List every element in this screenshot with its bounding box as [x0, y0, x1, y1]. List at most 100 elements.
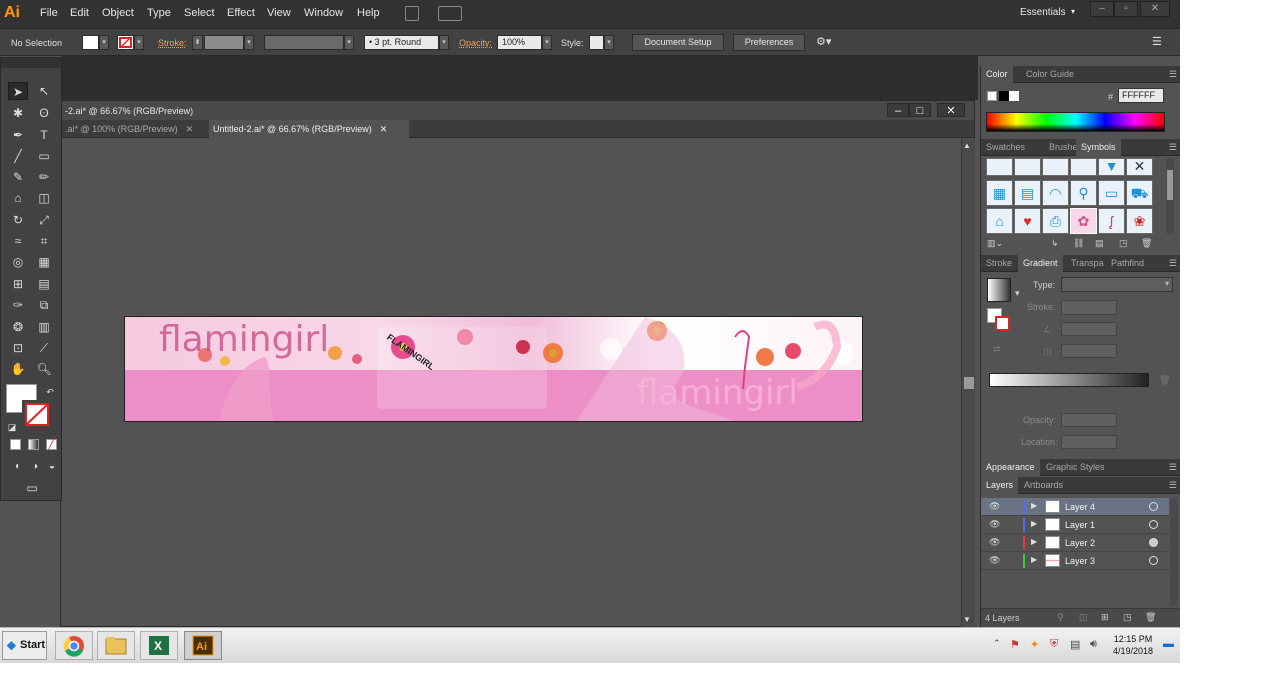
slice-tool-icon[interactable]: ⟋	[34, 339, 54, 357]
tab-artboards[interactable]: Artboards	[1019, 477, 1068, 494]
stroke-color-box[interactable]	[22, 400, 52, 429]
tab-symbols[interactable]: Symbols	[1076, 139, 1121, 156]
tab-color[interactable]: Color	[981, 66, 1013, 83]
stroke-weight-dropdown[interactable]: ▾	[244, 35, 254, 50]
artboard-banner[interactable]: flamingirl FLAMINGIRL flamingirl	[124, 316, 863, 422]
perspective-grid-tool-icon[interactable]: ▦	[34, 253, 54, 271]
blob-brush-tool-icon[interactable]: ⌂	[8, 189, 28, 207]
minimize-button[interactable]: –	[1090, 1, 1114, 17]
illustrator-taskbar-icon[interactable]: Ai	[184, 631, 222, 660]
expand-triangle-icon[interactable]: ▶	[1031, 501, 1037, 510]
variable-width-profile[interactable]	[264, 35, 344, 50]
gradient-mode-icon[interactable]	[28, 439, 39, 450]
layer-name[interactable]: Layer 3	[1065, 556, 1095, 566]
menu-effect[interactable]: Effect	[227, 7, 255, 19]
close-button[interactable]: ✕	[1140, 1, 1170, 17]
doc-minimize-button[interactable]: –	[887, 103, 909, 117]
stroke-gradient-options[interactable]	[1061, 300, 1117, 315]
symbol-arrow-down-icon[interactable]: ▼	[1098, 158, 1125, 176]
scroll-up-icon[interactable]: ▲	[963, 141, 971, 150]
layer-row[interactable]: 👁︎ ▶ Layer 3	[981, 552, 1169, 570]
doc-close-button[interactable]: ✕	[937, 103, 965, 117]
explorer-taskbar-icon[interactable]	[97, 631, 135, 660]
tab-layers[interactable]: Layers	[981, 477, 1019, 494]
layer-row[interactable]: 👁︎ ▶ Layer 4	[981, 498, 1169, 516]
rectangle-tool-icon[interactable]: ▭	[34, 147, 54, 165]
draw-inside-icon[interactable]: ◒	[42, 458, 62, 476]
expand-triangle-icon[interactable]: ▶	[1031, 519, 1037, 528]
panel-menu-icon[interactable]: ☰	[1152, 35, 1162, 48]
gradient-tool-icon[interactable]: ▤	[34, 275, 54, 293]
rotate-tool-icon[interactable]: ↻	[8, 211, 28, 229]
new-symbol-icon[interactable]: ◳	[1119, 238, 1128, 249]
magic-wand-tool-icon[interactable]: ✱	[8, 104, 28, 122]
gradient-swatch[interactable]	[987, 278, 1011, 302]
layer-name[interactable]: Layer 1	[1065, 520, 1095, 530]
free-transform-tool-icon[interactable]: ⌗	[34, 232, 54, 250]
symbol-calendar-icon[interactable]: ▦	[986, 180, 1013, 206]
default-colors-icon[interactable]: ◪	[2, 418, 22, 436]
aspect-ratio-field[interactable]	[1061, 344, 1117, 358]
column-graph-tool-icon[interactable]: ▥	[34, 318, 54, 336]
layer-name[interactable]: Layer 4	[1065, 502, 1095, 512]
white-color-icon[interactable]	[1009, 91, 1019, 101]
style-swatch[interactable]	[589, 35, 604, 50]
symbol-options-icon[interactable]: ▤	[1095, 238, 1104, 249]
tab-document-1[interactable]: .ai* @ 100% (RGB/Preview) ✕	[61, 120, 209, 138]
gradient-type-select[interactable]: ▾	[1061, 277, 1173, 292]
expand-triangle-icon[interactable]: ▶	[1031, 555, 1037, 564]
doc-maximize-button[interactable]: □	[909, 103, 931, 117]
tab-appearance[interactable]: Appearance	[981, 459, 1040, 476]
expand-triangle-icon[interactable]: ▶	[1031, 537, 1037, 546]
layer-row[interactable]: 👁︎ ▶ Layer 1	[981, 516, 1169, 534]
workspace-switcher[interactable]: Essentials	[1020, 7, 1066, 18]
tab-graphic-styles[interactable]: Graphic Styles	[1041, 459, 1110, 476]
tray-flag-icon[interactable]: ⚑	[1010, 638, 1020, 651]
symbol-search-icon[interactable]: ⚲	[1070, 180, 1097, 206]
hand-tool-icon[interactable]: ✋	[8, 360, 28, 378]
menu-type[interactable]: Type	[147, 7, 171, 19]
symbol-rose-icon[interactable]: ❀	[1126, 208, 1153, 234]
warp-tool-icon[interactable]: ≈	[8, 232, 28, 250]
mesh-tool-icon[interactable]: ⊞	[8, 275, 28, 293]
new-sublayer-icon[interactable]: ⊞	[1101, 612, 1109, 623]
symbol-libraries-icon[interactable]: ▥⌄	[987, 238, 1003, 249]
brush-dropdown[interactable]: ▾	[439, 35, 449, 50]
zoom-tool-icon[interactable]: 🔍︎	[34, 360, 54, 378]
clipping-mask-icon[interactable]: ◫	[1079, 612, 1088, 623]
target-icon[interactable]	[1149, 502, 1158, 511]
symbol-close-icon[interactable]: ✕	[1126, 158, 1153, 176]
stroke-weight-stepper[interactable]: ⬍	[192, 35, 203, 50]
eye-icon[interactable]: 👁︎	[989, 555, 1000, 566]
symbols-scroll-thumb[interactable]	[1167, 170, 1173, 200]
artboard-tool-icon[interactable]: ⊡	[8, 339, 28, 357]
layers-scrollbar[interactable]	[1170, 498, 1178, 606]
delete-symbol-icon[interactable]: 🗑︎	[1141, 238, 1152, 249]
lasso-tool-icon[interactable]: ʘ	[34, 104, 54, 122]
restore-button[interactable]: ▫	[1114, 1, 1138, 17]
show-hidden-icons[interactable]: ⌃	[993, 638, 1001, 649]
tab-gradient[interactable]: Gradient	[1018, 255, 1063, 272]
symbol-home-icon[interactable]: ⌂	[986, 208, 1013, 234]
blend-tool-icon[interactable]: ⧉	[34, 296, 54, 314]
hex-input[interactable]: FFFFFF	[1118, 88, 1164, 103]
symbol-film-icon[interactable]: ▤	[1014, 180, 1041, 206]
system-clock[interactable]: 12:15 PM 4/19/2018	[1110, 633, 1156, 657]
eraser-tool-icon[interactable]: ◫	[34, 189, 54, 207]
menu-select[interactable]: Select	[184, 7, 215, 19]
stroke-label[interactable]: Stroke:	[158, 38, 187, 48]
opacity-dropdown[interactable]: ▾	[542, 35, 552, 50]
eye-icon[interactable]: 👁︎	[989, 519, 1000, 530]
start-button[interactable]: ❖ Start	[2, 631, 47, 660]
locate-object-icon[interactable]: ⚲	[1057, 612, 1064, 623]
panel-menu-icon[interactable]: ☰	[1169, 142, 1177, 153]
new-layer-icon[interactable]: ◳	[1123, 612, 1132, 623]
reverse-gradient-icon[interactable]: ⇄	[993, 344, 1001, 355]
fill-dropdown[interactable]: ▾	[99, 35, 109, 50]
target-icon[interactable]	[1149, 520, 1158, 529]
arrange-documents-icon[interactable]	[438, 6, 462, 21]
symbol-flower-icon[interactable]: ✿	[1070, 208, 1097, 234]
scroll-thumb[interactable]	[964, 377, 974, 389]
tab-document-2[interactable]: Untitled-2.ai* @ 66.67% (RGB/Preview) ✕	[209, 120, 409, 138]
swap-fill-stroke-icon[interactable]: ↶	[40, 383, 60, 401]
